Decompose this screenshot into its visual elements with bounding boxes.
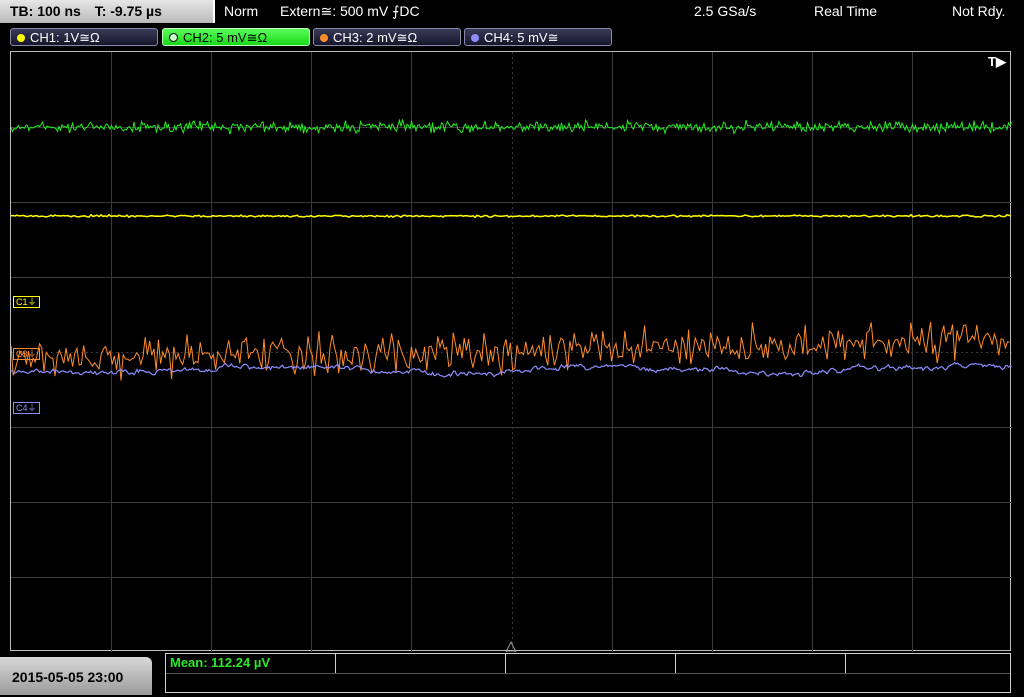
channel-4-ground-marker[interactable]: C4⏚ xyxy=(13,402,40,414)
channel-3-trace xyxy=(11,321,1010,381)
waveform-canvas xyxy=(11,52,1012,652)
waveform-display[interactable]: T▶ C1⏚ C3⏚ C4⏚ xyxy=(10,51,1012,652)
datetime-box: 2015-05-05 23:00 xyxy=(0,657,152,695)
trigger-arrow-icon[interactable]: T▶ xyxy=(988,54,1006,70)
channel-2-trace xyxy=(11,118,1012,136)
status-label: Not Rdy. xyxy=(952,3,1006,19)
trigger-time-label: T: -9.75 µs xyxy=(94,3,162,19)
datetime-label: 2015-05-05 23:00 xyxy=(12,669,124,685)
measurement-cell[interactable] xyxy=(506,654,676,673)
trigger-source-label[interactable]: Extern≅: 500 mV ⨍DC xyxy=(280,0,420,23)
channel-2-button[interactable]: CH2: 5 mV≅Ω xyxy=(162,28,310,46)
channel-1-button[interactable]: CH1: 1V≅Ω xyxy=(10,28,158,46)
measurement-panel[interactable]: Mean: 112.24 µV xyxy=(165,653,1011,693)
channel-4-label: CH4: 5 mV≅ xyxy=(484,30,559,45)
measurement-cell[interactable] xyxy=(336,654,506,673)
channel-4-color-icon xyxy=(471,34,479,42)
measurement-divider xyxy=(166,673,1010,674)
trigger-position-marker xyxy=(505,640,517,652)
trigger-mode-label[interactable]: Norm xyxy=(224,0,258,23)
timebase-box[interactable]: TB: 100 ns T: -9.75 µs xyxy=(0,0,215,23)
channel-3-button[interactable]: CH3: 2 mV≅Ω xyxy=(313,28,461,46)
channel-3-color-icon xyxy=(320,34,328,42)
channel-3-ground-marker[interactable]: C3⏚ xyxy=(13,348,40,360)
sample-rate-label: 2.5 GSa/s xyxy=(694,3,757,19)
measurement-cell[interactable] xyxy=(846,654,1010,673)
channel-4-trace xyxy=(11,361,1012,378)
measurement-cell[interactable] xyxy=(676,654,846,673)
mean-measurement: Mean: 112.24 µV xyxy=(170,655,270,670)
acquisition-mode-label: Real Time xyxy=(814,3,878,19)
channel-1-label: CH1: 1V≅Ω xyxy=(30,30,100,45)
status-bar: TB: 100 ns T: -9.75 µs Norm Extern≅: 500… xyxy=(0,0,1024,24)
channel-1-ground-marker[interactable]: C1⏚ xyxy=(13,296,40,308)
channel-2-color-icon xyxy=(169,33,178,42)
channel-1-trace xyxy=(11,213,1012,219)
channel-4-button[interactable]: CH4: 5 mV≅ xyxy=(464,28,612,46)
channel-1-color-icon xyxy=(17,34,25,42)
timebase-label: TB: 100 ns xyxy=(10,3,81,19)
channel-2-label: CH2: 5 mV≅Ω xyxy=(183,30,268,45)
channel-3-label: CH3: 2 mV≅Ω xyxy=(333,30,418,45)
measurement-cell[interactable]: Mean: 112.24 µV xyxy=(166,654,336,673)
